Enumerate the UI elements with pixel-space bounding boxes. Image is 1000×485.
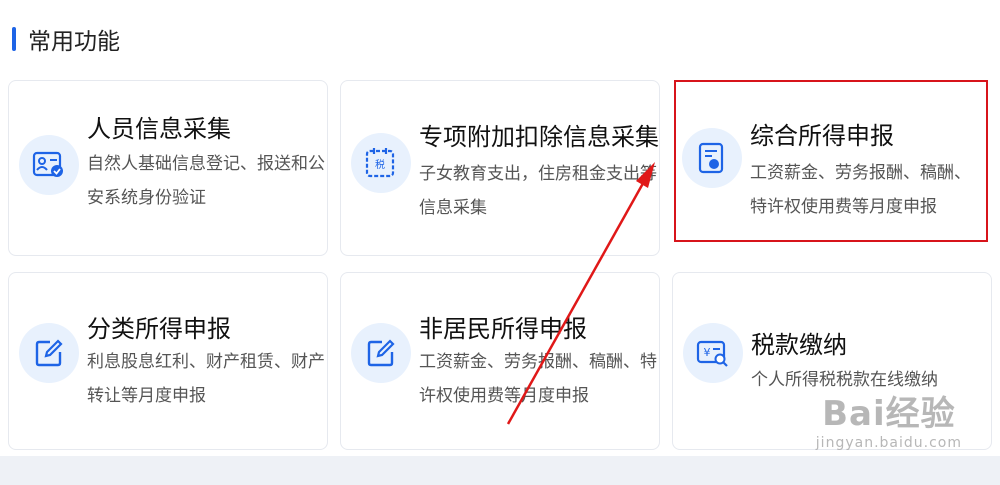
watermark-url: jingyan.baidu.com: [815, 435, 962, 451]
card-desc: 自然人基础信息登记、报送和公安系统身份验证: [87, 154, 325, 208]
card-personnel-info[interactable]: 人员信息采集 自然人基础信息登记、报送和公安系统身份验证: [8, 80, 328, 256]
card-title: 人员信息采集: [87, 115, 231, 143]
baidu-jingyan-watermark: Bai经验 jingyan.baidu.com: [816, 386, 962, 451]
svg-text:¥: ¥: [704, 346, 711, 359]
card-special-deduction[interactable]: 税 专项附加扣除信息采集 子女教育支出，住房租金支出等信息采集: [340, 80, 660, 256]
card-title: 分类所得申报: [87, 315, 231, 343]
tax-document-icon: [682, 128, 742, 188]
tax-calendar-icon: 税: [351, 133, 411, 193]
card-title: 税款缴纳: [751, 331, 847, 359]
accent-bar: [12, 27, 16, 51]
watermark-logo: Bai经验: [822, 394, 956, 434]
card-title: 专项附加扣除信息采集: [419, 123, 659, 151]
card-desc: 工资薪金、劳务报酬、稿酬、特许权使用费等月度申报: [750, 163, 971, 217]
card-title: 综合所得申报: [750, 122, 894, 150]
card-desc: 工资薪金、劳务报酬、稿酬、特许权使用费等月度申报: [419, 352, 657, 406]
card-comprehensive-income[interactable]: 综合所得申报 工资薪金、劳务报酬、稿酬、特许权使用费等月度申报: [674, 80, 988, 242]
section-header: 常用功能: [12, 24, 120, 55]
bottom-strip: [0, 456, 1000, 485]
card-title: 非居民所得申报: [419, 315, 587, 343]
section-title: 常用功能: [28, 29, 120, 55]
card-nonresident-income[interactable]: 非居民所得申报 工资薪金、劳务报酬、稿酬、特许权使用费等月度申报: [340, 272, 660, 450]
card-desc: 子女教育支出，住房租金支出等信息采集: [419, 164, 657, 218]
svg-text:税: 税: [375, 158, 385, 171]
card-classified-income[interactable]: 分类所得申报 利息股息红利、财产租赁、财产转让等月度申报: [8, 272, 328, 450]
card-desc: 利息股息红利、财产租赁、财产转让等月度申报: [87, 352, 325, 406]
payment-search-icon: ¥: [683, 323, 743, 383]
edit-icon: [351, 323, 411, 383]
edit-icon: [19, 323, 79, 383]
id-card-icon: [19, 135, 79, 195]
